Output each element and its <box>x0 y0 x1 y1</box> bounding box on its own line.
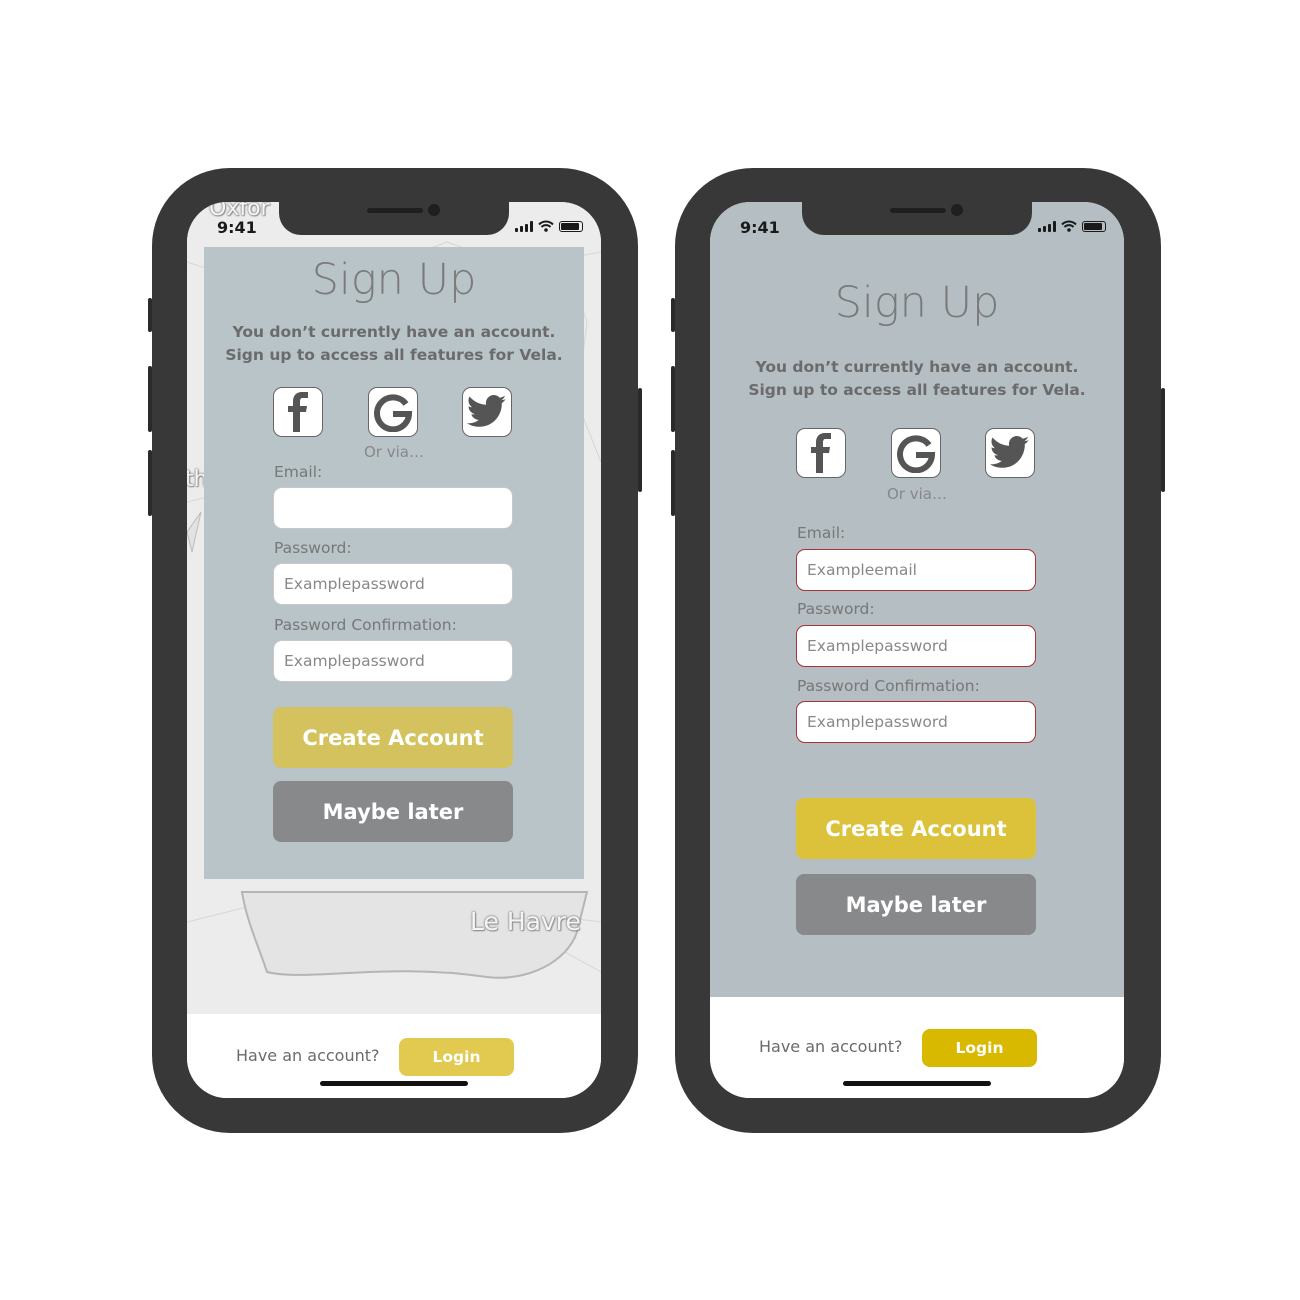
status-icons <box>1038 220 1106 232</box>
home-indicator[interactable] <box>320 1081 468 1086</box>
subtitle-line-1: You don’t currently have an account. <box>232 323 556 341</box>
twitter-icon <box>990 436 1029 468</box>
subtitle-line-2: Sign up to access all features for Vela. <box>748 381 1086 399</box>
wifi-icon <box>1061 220 1077 232</box>
signup-panel: Sign Up You don’t currently have an acco… <box>204 247 584 879</box>
email-field[interactable] <box>273 487 513 529</box>
twitter-icon <box>467 395 506 427</box>
facebook-icon <box>288 392 308 432</box>
phone-frame-left: Oxfor th Le Havre 9:41 Sign Up You don’t… <box>148 168 642 1133</box>
signal-icon <box>1038 221 1056 232</box>
subtitle-line-2: Sign up to access all features for Vela. <box>225 346 563 364</box>
email-field[interactable] <box>796 549 1036 591</box>
status-time: 9:41 <box>217 218 257 237</box>
login-button[interactable]: Login <box>922 1029 1037 1067</box>
google-button[interactable] <box>368 387 418 437</box>
create-account-button[interactable]: Create Account <box>273 707 513 768</box>
password-field[interactable] <box>796 625 1036 667</box>
status-icons <box>515 220 583 232</box>
home-indicator[interactable] <box>843 1081 991 1086</box>
subtitle-line-1: You don’t currently have an account. <box>755 358 1079 376</box>
page-title: Sign Up <box>311 255 477 305</box>
subtitle: You don’t currently have an account. Sig… <box>204 321 584 367</box>
twitter-button[interactable] <box>462 387 512 437</box>
battery-icon <box>559 221 583 232</box>
password-confirmation-label: Password Confirmation: <box>274 616 457 634</box>
create-account-button[interactable]: Create Account <box>796 798 1036 859</box>
password-confirmation-field[interactable] <box>273 640 513 682</box>
phone-screen: Oxfor th Le Havre 9:41 Sign Up You don’t… <box>187 202 601 1098</box>
bottom-bar: Have an account? Login <box>710 997 1124 1098</box>
login-button[interactable]: Login <box>399 1038 514 1076</box>
facebook-button[interactable] <box>273 387 323 437</box>
google-icon <box>897 435 936 473</box>
signup-panel: Sign Up You don’t currently have an acco… <box>710 202 1124 997</box>
password-confirmation-label: Password Confirmation: <box>797 677 980 695</box>
facebook-button[interactable] <box>796 428 846 478</box>
twitter-button[interactable] <box>985 428 1035 478</box>
or-via-label: Or via… <box>364 443 424 461</box>
bottom-bar: Have an account? Login <box>187 1014 601 1098</box>
signal-icon <box>515 221 533 232</box>
wifi-icon <box>538 220 554 232</box>
password-label: Password: <box>274 539 352 557</box>
status-time: 9:41 <box>740 218 780 237</box>
map-label-le-havre: Le Havre <box>470 907 581 936</box>
or-via-label: Or via… <box>887 485 947 503</box>
email-label: Email: <box>274 463 323 481</box>
google-button[interactable] <box>891 428 941 478</box>
password-confirmation-field[interactable] <box>796 701 1036 743</box>
have-account-text: Have an account? <box>236 1046 380 1065</box>
have-account-text: Have an account? <box>759 1037 903 1056</box>
password-field[interactable] <box>273 563 513 605</box>
maybe-later-button[interactable]: Maybe later <box>273 781 513 842</box>
phone-frame-right: Sign Up You don’t currently have an acco… <box>671 168 1165 1133</box>
subtitle: You don’t currently have an account. Sig… <box>710 356 1124 402</box>
maybe-later-button[interactable]: Maybe later <box>796 874 1036 935</box>
facebook-icon <box>811 433 831 473</box>
phone-screen: Sign Up You don’t currently have an acco… <box>710 202 1124 1098</box>
battery-icon <box>1082 221 1106 232</box>
page-title: Sign Up <box>834 278 1000 328</box>
email-label: Email: <box>797 524 846 542</box>
google-icon <box>374 394 413 432</box>
password-label: Password: <box>797 600 875 618</box>
